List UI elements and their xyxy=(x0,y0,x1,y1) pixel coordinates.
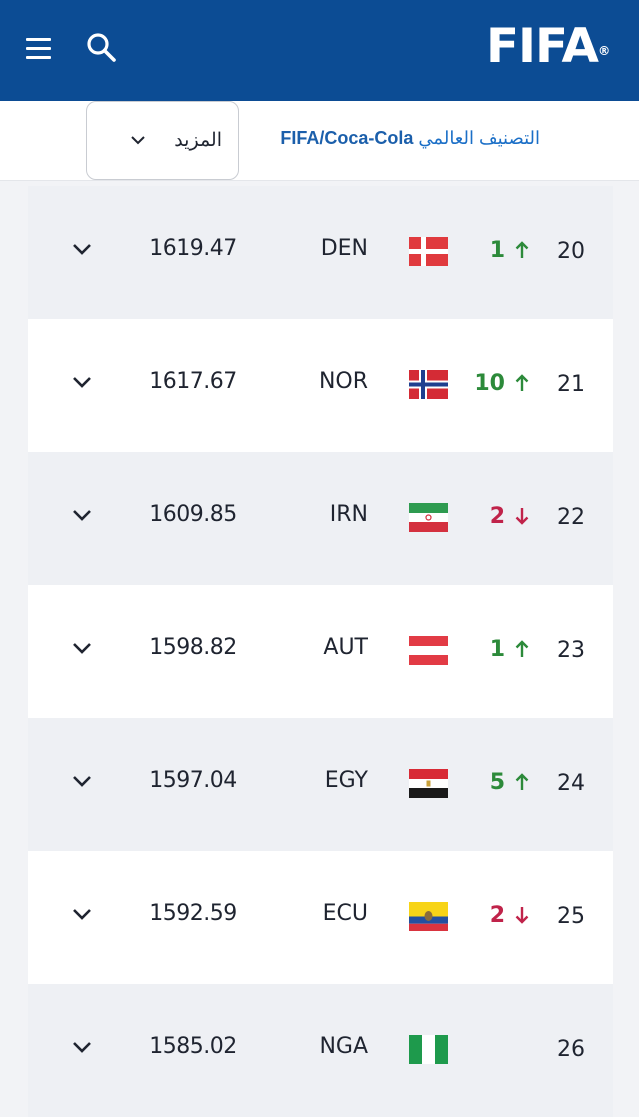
ranking-title[interactable]: التصنيف العالمي FIFA/Coca-Cola xyxy=(280,128,540,149)
ecuador-flag xyxy=(409,902,448,931)
logo-registered-mark: ® xyxy=(597,44,610,58)
chevron-down-icon[interactable] xyxy=(72,774,92,788)
total-points: 1617.67 xyxy=(149,369,237,394)
rank-number: 25 xyxy=(557,904,585,929)
ranking-row[interactable]: 1617.67 NOR 10 21 xyxy=(28,319,613,452)
country-code: AUT xyxy=(323,635,368,660)
egypt-flag xyxy=(409,769,448,798)
ranking-table: 1619.47 DEN 1 20 1617.67 NOR 10 21 1609.85 IRN 2 22… xyxy=(28,186,613,1117)
country-code: EGY xyxy=(324,768,368,793)
rank-number: 20 xyxy=(557,239,585,264)
country-code: IRN xyxy=(329,502,368,527)
rank-movement: 1 xyxy=(490,637,529,662)
arrow-up-icon xyxy=(515,373,529,391)
ranking-row[interactable]: 1597.04 EGY 5 24 xyxy=(28,718,613,851)
ranking-row[interactable]: 1592.59 ECU 2 25 xyxy=(28,851,613,984)
rank-movement-value: 1 xyxy=(489,238,505,263)
more-dropdown-label: المزيد xyxy=(174,130,222,151)
country-code: NOR xyxy=(318,369,368,394)
ranking-row[interactable]: 1585.02 NGA 26 xyxy=(28,984,613,1117)
chevron-down-icon[interactable] xyxy=(72,508,92,522)
chevron-down-icon[interactable] xyxy=(72,641,92,655)
chevron-down-icon[interactable] xyxy=(72,907,92,921)
rank-movement: 2 xyxy=(490,903,529,928)
ranking-row[interactable]: 1619.47 DEN 1 20 xyxy=(28,186,613,319)
total-points: 1585.02 xyxy=(149,1034,237,1059)
norway-flag xyxy=(409,370,448,399)
rank-number: 21 xyxy=(557,372,585,397)
rank-number: 22 xyxy=(557,505,585,530)
total-points: 1598.82 xyxy=(149,635,237,660)
chevron-down-icon[interactable] xyxy=(72,242,92,256)
rank-movement: 5 xyxy=(490,770,529,795)
rank-movement-value: 5 xyxy=(489,770,505,795)
search-icon[interactable] xyxy=(84,31,118,65)
ranking-row[interactable]: 1609.85 IRN 2 22 xyxy=(28,452,613,585)
top-header: FIFA® xyxy=(0,0,639,101)
rank-movement-value: 2 xyxy=(489,504,505,529)
logo-text: FIFA xyxy=(486,19,599,74)
hamburger-menu-icon[interactable] xyxy=(24,38,54,60)
country-code: NGA xyxy=(319,1034,368,1059)
rank-movement: 2 xyxy=(490,504,529,529)
total-points: 1597.04 xyxy=(149,768,237,793)
rank-movement-value: 2 xyxy=(489,903,505,928)
rank-movement: 10 xyxy=(474,371,529,396)
rank-movement: 1 xyxy=(490,238,529,263)
ranking-title-prefix: التصنيف العالمي xyxy=(418,128,540,148)
denmark-flag xyxy=(409,237,448,266)
ranking-row[interactable]: 1598.82 AUT 1 23 xyxy=(28,585,613,718)
more-dropdown[interactable]: المزيد xyxy=(86,101,239,180)
rank-movement-value: 1 xyxy=(489,637,505,662)
total-points: 1592.59 xyxy=(149,901,237,926)
rank-number: 23 xyxy=(557,638,585,663)
country-code: ECU xyxy=(322,901,368,926)
total-points: 1609.85 xyxy=(149,502,237,527)
rank-number: 24 xyxy=(557,771,585,796)
rank-number: 26 xyxy=(557,1037,585,1062)
rank-movement-value: 10 xyxy=(474,371,505,396)
arrow-up-icon xyxy=(515,639,529,657)
arrow-up-icon xyxy=(515,772,529,790)
country-code: DEN xyxy=(320,236,368,261)
arrow-down-icon xyxy=(515,905,529,924)
total-points: 1619.47 xyxy=(149,236,237,261)
austria-flag xyxy=(409,636,448,665)
chevron-down-icon xyxy=(131,136,145,145)
chevron-down-icon[interactable] xyxy=(72,375,92,389)
ranking-title-brand: FIFA/Coca-Cola xyxy=(280,128,414,148)
fifa-logo[interactable]: FIFA® xyxy=(486,19,610,74)
iran-flag xyxy=(409,503,448,532)
chevron-down-icon[interactable] xyxy=(72,1040,92,1054)
nigeria-flag xyxy=(409,1035,448,1064)
arrow-down-icon xyxy=(515,506,529,525)
arrow-up-icon xyxy=(515,240,529,258)
